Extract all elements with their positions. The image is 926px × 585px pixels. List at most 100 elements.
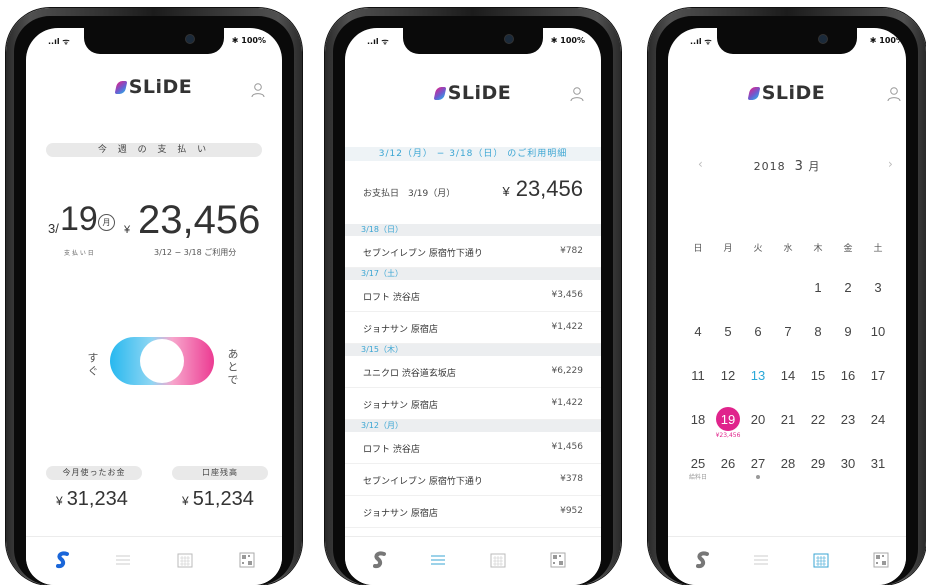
pay-timing-toggle[interactable]	[110, 337, 214, 385]
calendar-day[interactable]: 17	[866, 368, 890, 383]
calendar-icon	[490, 553, 506, 568]
battery-indicator: ✱ 100%	[550, 36, 585, 45]
tab-qr[interactable]	[238, 551, 256, 569]
calendar-day[interactable]: 24	[866, 412, 890, 427]
calendar-icon	[177, 553, 193, 568]
date-section-header: 3/12（月）	[345, 420, 601, 432]
phone-frame-statement: ..ıl ᯤ ✱ 100% SLiDE 3/12（月） − 3/18（日） のご…	[325, 8, 621, 585]
period-label: 3/12 − 3/18 ご利用分	[154, 248, 237, 257]
tab-bar	[345, 536, 601, 585]
app-logo: SLiDE	[345, 82, 601, 104]
month-title: 2018 3 月	[753, 159, 821, 174]
calendar-day[interactable]: 13	[746, 368, 770, 383]
tab-calendar[interactable]	[489, 551, 507, 569]
toggle-right-label: あとで	[226, 348, 239, 387]
calendar-day[interactable]: 2	[836, 280, 860, 295]
calendar-day[interactable]: 18	[686, 412, 710, 427]
pay-day-label: 支 払 い 日	[64, 250, 94, 257]
notch	[717, 28, 857, 54]
payday-note: 給料日	[688, 474, 707, 481]
week-amount: 23,456	[138, 198, 261, 242]
tab-bar	[26, 536, 282, 585]
balance-label: 口座残高	[172, 466, 268, 480]
date-section-header: 3/18（日）	[345, 224, 601, 236]
calendar-day[interactable]: 5	[716, 324, 740, 339]
calendar-day[interactable]: 9	[836, 324, 860, 339]
toggle-knob[interactable]	[140, 339, 184, 383]
calendar-day[interactable]: 16	[836, 368, 860, 383]
calendar-day[interactable]: 23	[836, 412, 860, 427]
user-icon[interactable]	[569, 86, 585, 102]
tab-slide[interactable]	[371, 551, 389, 569]
tab-list[interactable]	[752, 551, 770, 569]
calendar-day[interactable]: 14	[776, 368, 800, 383]
tab-list[interactable]	[429, 551, 447, 569]
tab-slide[interactable]	[54, 551, 72, 569]
qr-icon	[873, 552, 889, 568]
calendar-day[interactable]: 15	[806, 368, 830, 383]
home-screen: ..ıl ᯤ ✱ 100% SLiDE 今 週 の 支 払 い 3/ 19 月 …	[26, 28, 282, 585]
tab-calendar[interactable]	[812, 551, 830, 569]
calendar-day[interactable]: 31	[866, 456, 890, 471]
calendar-day[interactable]: 20	[746, 412, 770, 427]
user-icon[interactable]	[886, 86, 902, 102]
calendar-day[interactable]: 12	[716, 368, 740, 383]
calendar-day[interactable]: 6	[746, 324, 770, 339]
merchant-name: ジョナサン 原宿店	[363, 401, 438, 411]
list-icon	[116, 555, 130, 565]
camera-icon	[819, 35, 827, 43]
signal-wifi-icon: ..ıl ᯤ	[48, 37, 70, 46]
calendar-screen: ..ıl ᯤ ✱ 100% SLiDE ‹ 2018 3 月 › 日月火水木金土…	[668, 28, 906, 585]
transaction-row[interactable]: ジョナサン 原宿店 ¥1,422	[345, 388, 601, 420]
calendar-day[interactable]: 22	[806, 412, 830, 427]
notch	[84, 28, 224, 54]
pay-weekday-badge: 月	[98, 214, 115, 231]
weekday-header: 日	[693, 244, 703, 254]
tab-qr[interactable]	[872, 551, 890, 569]
calendar-day[interactable]: 25	[686, 456, 710, 471]
statement-period-banner: 3/12（月） − 3/18（日） のご利用明細	[345, 147, 601, 161]
transaction-amount: ¥1,456	[551, 442, 584, 452]
transaction-row[interactable]: ロフト 渋谷店 ¥1,456	[345, 432, 601, 464]
signal-wifi-icon: ..ıl ᯤ	[367, 37, 389, 46]
qr-icon	[550, 552, 566, 568]
selected-day-amount: ¥23,456	[715, 432, 741, 439]
calendar-day[interactable]: 26	[716, 456, 740, 471]
calendar-day[interactable]: 29	[806, 456, 830, 471]
transaction-row[interactable]: ジョナサン 原宿店 ¥1,422	[345, 312, 601, 344]
calendar-day[interactable]: 27	[746, 456, 770, 471]
calendar-day[interactable]: 10	[866, 324, 890, 339]
tab-calendar[interactable]	[176, 551, 194, 569]
pay-day: 19	[60, 200, 98, 238]
calendar-day[interactable]: 19	[716, 412, 740, 427]
calendar-day[interactable]: 8	[806, 324, 830, 339]
event-dot	[756, 475, 760, 479]
calendar-day[interactable]: 7	[776, 324, 800, 339]
user-icon[interactable]	[250, 82, 266, 98]
calendar-day[interactable]: 21	[776, 412, 800, 427]
calendar-day[interactable]: 4	[686, 324, 710, 339]
tab-list[interactable]	[114, 551, 132, 569]
calendar-day[interactable]: 3	[866, 280, 890, 295]
transaction-row[interactable]: ロフト 渋谷店 ¥3,456	[345, 280, 601, 312]
list-icon	[431, 555, 445, 565]
tab-qr[interactable]	[549, 551, 567, 569]
date-section-header: 3/15（木）	[345, 344, 601, 356]
calendar-day[interactable]: 11	[686, 368, 710, 383]
transaction-row[interactable]: ユニクロ 渋谷道玄坂店 ¥6,229	[345, 356, 601, 388]
notch	[403, 28, 543, 54]
calendar-day[interactable]: 28	[776, 456, 800, 471]
transaction-row[interactable]: ジョナサン 原宿店 ¥952	[345, 496, 601, 528]
slide-logo-icon	[747, 87, 761, 100]
tab-bar	[668, 536, 906, 585]
transaction-row[interactable]: セブンイレブン 原宿竹下通り ¥378	[345, 464, 601, 496]
transaction-amount: ¥952	[560, 506, 583, 516]
slide-logo-icon	[433, 87, 447, 100]
calendar-day[interactable]: 30	[836, 456, 860, 471]
slide-logo-icon	[114, 81, 128, 94]
tab-slide[interactable]	[694, 551, 712, 569]
pay-date-label: お支払日 3/19（月）	[363, 189, 456, 199]
next-month-button[interactable]: ›	[888, 157, 893, 171]
calendar-day[interactable]: 1	[806, 280, 830, 295]
transaction-row[interactable]: セブンイレブン 原宿竹下通り ¥782	[345, 236, 601, 268]
